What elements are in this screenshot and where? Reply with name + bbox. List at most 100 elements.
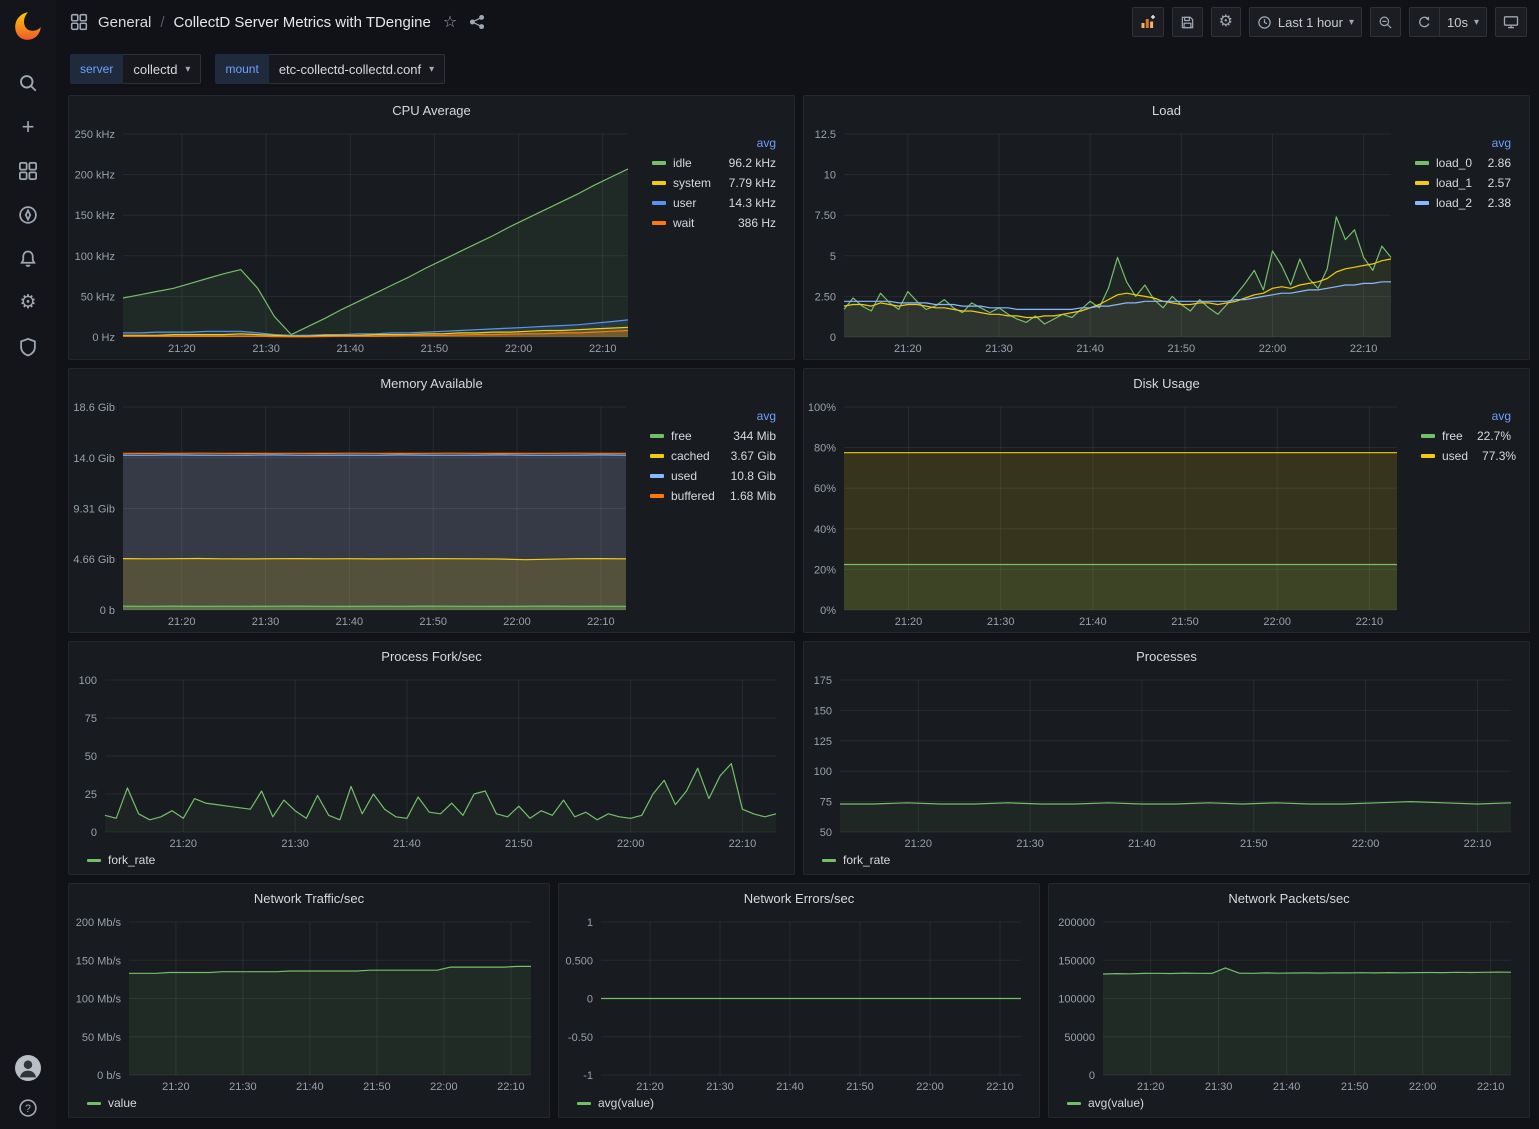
legend-series-name[interactable]: user <box>673 196 696 210</box>
create-icon[interactable]: + <box>17 116 39 138</box>
svg-text:100 Mb/s: 100 Mb/s <box>76 994 122 1006</box>
svg-text:0: 0 <box>587 994 593 1006</box>
chart-memory-available[interactable]: 21:2021:3021:4021:5022:0022:100 b4.66 Gi… <box>71 397 640 630</box>
explore-compass-icon[interactable] <box>17 204 39 226</box>
legend-avg-header: avg <box>1405 136 1519 150</box>
legend-series-name[interactable]: free <box>671 429 692 443</box>
legend-item[interactable]: fork_rate <box>87 853 155 867</box>
svg-text:50000: 50000 <box>1064 1032 1095 1044</box>
panel-title[interactable]: CPU Average <box>69 96 794 124</box>
share-icon[interactable] <box>469 14 485 30</box>
legend-avg-header: avg <box>642 136 784 150</box>
chart-disk-usage[interactable]: 21:2021:3021:4021:5022:0022:100%20%40%60… <box>806 397 1411 630</box>
search-icon[interactable] <box>17 72 39 94</box>
legend-series-name: fork_rate <box>843 853 890 867</box>
cycle-view-mode-button[interactable] <box>1495 7 1527 37</box>
svg-text:21:40: 21:40 <box>1076 343 1104 355</box>
dashboard-settings-button[interactable]: ⚙ <box>1211 7 1241 37</box>
variable-value-dropdown[interactable]: etc-collectd-collectd.conf ▾ <box>269 54 445 84</box>
legend-item[interactable]: value <box>87 1096 137 1110</box>
chart-processes[interactable]: 21:2021:3021:4021:5022:0022:105075100125… <box>806 670 1525 852</box>
legend-swatch <box>650 454 664 458</box>
svg-text:21:30: 21:30 <box>281 838 309 850</box>
panel-title[interactable]: Process Fork/sec <box>69 642 794 670</box>
svg-text:0.500: 0.500 <box>565 955 593 967</box>
configuration-gear-icon[interactable]: ⚙ <box>17 292 39 314</box>
legend-series-name[interactable]: used <box>671 469 697 483</box>
svg-text:22:10: 22:10 <box>1356 616 1384 628</box>
help-icon[interactable]: ? <box>17 1097 39 1119</box>
legend-series-name[interactable]: load_0 <box>1436 156 1472 170</box>
dashboard-grid-icon[interactable] <box>70 13 88 31</box>
legend-series-value: 1.68 Mib <box>730 489 776 503</box>
server-admin-shield-icon[interactable] <box>17 336 39 358</box>
legend: value <box>71 1095 545 1115</box>
star-icon[interactable]: ☆ <box>443 12 457 32</box>
refresh-button[interactable] <box>1409 7 1439 37</box>
svg-text:25: 25 <box>85 789 97 801</box>
legend-series-value: 2.86 <box>1488 156 1511 170</box>
chart-network-packets[interactable]: 21:2021:3021:4021:5022:0022:100500001000… <box>1051 912 1525 1095</box>
legend-series-name[interactable]: cached <box>671 449 710 463</box>
svg-text:22:00: 22:00 <box>1409 1081 1437 1093</box>
legend-swatch <box>822 859 836 862</box>
svg-text:50: 50 <box>820 827 832 839</box>
svg-text:22:00: 22:00 <box>1259 343 1287 355</box>
chart-process-fork[interactable]: 21:2021:3021:4021:5022:0022:100255075100 <box>71 670 790 852</box>
legend-series-name[interactable]: used <box>1442 449 1468 463</box>
add-panel-button[interactable] <box>1132 7 1164 37</box>
legend-series-name[interactable]: wait <box>673 216 694 230</box>
legend-series-name: fork_rate <box>108 853 155 867</box>
svg-text:0: 0 <box>830 332 836 344</box>
svg-text:150 kHz: 150 kHz <box>75 210 115 222</box>
svg-text:22:10: 22:10 <box>589 343 617 355</box>
svg-text:100 kHz: 100 kHz <box>75 251 115 263</box>
legend-swatch <box>87 859 101 862</box>
legend-item[interactable]: avg(value) <box>1067 1096 1144 1110</box>
legend-item: system7.79 kHz <box>642 173 784 193</box>
svg-text:21:50: 21:50 <box>1168 343 1196 355</box>
zoom-out-button[interactable] <box>1370 7 1401 37</box>
grafana-logo-icon[interactable] <box>11 10 45 44</box>
variable-value-dropdown[interactable]: collectd ▾ <box>123 54 201 84</box>
panel-title[interactable]: Disk Usage <box>804 369 1529 397</box>
svg-text:22:00: 22:00 <box>1263 616 1291 628</box>
breadcrumb-section[interactable]: General <box>98 14 151 31</box>
save-dashboard-button[interactable] <box>1172 7 1203 37</box>
panel-title[interactable]: Network Traffic/sec <box>69 884 549 912</box>
time-range-picker[interactable]: Last 1 hour ▾ <box>1249 7 1362 37</box>
svg-text:5: 5 <box>830 251 836 263</box>
legend-series-value: 10.8 Gib <box>731 469 776 483</box>
svg-text:21:30: 21:30 <box>987 616 1015 628</box>
svg-text:22:10: 22:10 <box>1477 1081 1505 1093</box>
alerting-bell-icon[interactable] <box>17 248 39 270</box>
legend-swatch <box>652 201 666 205</box>
legend-series-name[interactable]: system <box>673 176 711 190</box>
panel-title[interactable]: Processes <box>804 642 1529 670</box>
chart-network-errors[interactable]: 21:2021:3021:4021:5022:0022:10-1-0.5000.… <box>561 912 1035 1095</box>
dashboards-icon[interactable] <box>17 160 39 182</box>
legend-series-name[interactable]: free <box>1442 429 1463 443</box>
legend-series-name[interactable]: load_2 <box>1436 196 1472 210</box>
breadcrumb-separator: / <box>160 14 164 31</box>
chart-network-traffic[interactable]: 21:2021:3021:4021:5022:0022:100 b/s50 Mb… <box>71 912 545 1095</box>
main-area: General / CollectD Server Metrics with T… <box>56 0 1539 1129</box>
panel-title[interactable]: Network Errors/sec <box>559 884 1039 912</box>
dashboard-title[interactable]: CollectD Server Metrics with TDengine <box>174 14 431 31</box>
chart-load[interactable]: 21:2021:3021:4021:5022:0022:1002.5057.50… <box>806 124 1405 357</box>
panel-title[interactable]: Network Packets/sec <box>1049 884 1529 912</box>
chart-cpu-average[interactable]: 21:2021:3021:4021:5022:0022:100 Hz50 kHz… <box>71 124 642 357</box>
legend-series-name[interactable]: load_1 <box>1436 176 1472 190</box>
legend-item[interactable]: avg(value) <box>577 1096 654 1110</box>
variable-value: etc-collectd-collectd.conf <box>279 62 421 77</box>
legend-series-name[interactable]: idle <box>673 156 692 170</box>
legend-item[interactable]: fork_rate <box>822 853 890 867</box>
user-avatar[interactable] <box>15 1055 41 1081</box>
svg-text:21:20: 21:20 <box>636 1081 664 1093</box>
svg-text:21:50: 21:50 <box>846 1081 874 1093</box>
svg-text:21:30: 21:30 <box>706 1081 734 1093</box>
panel-title[interactable]: Memory Available <box>69 369 794 397</box>
legend-series-name[interactable]: buffered <box>671 489 715 503</box>
refresh-interval-dropdown[interactable]: 10s ▾ <box>1439 7 1487 37</box>
panel-title[interactable]: Load <box>804 96 1529 124</box>
